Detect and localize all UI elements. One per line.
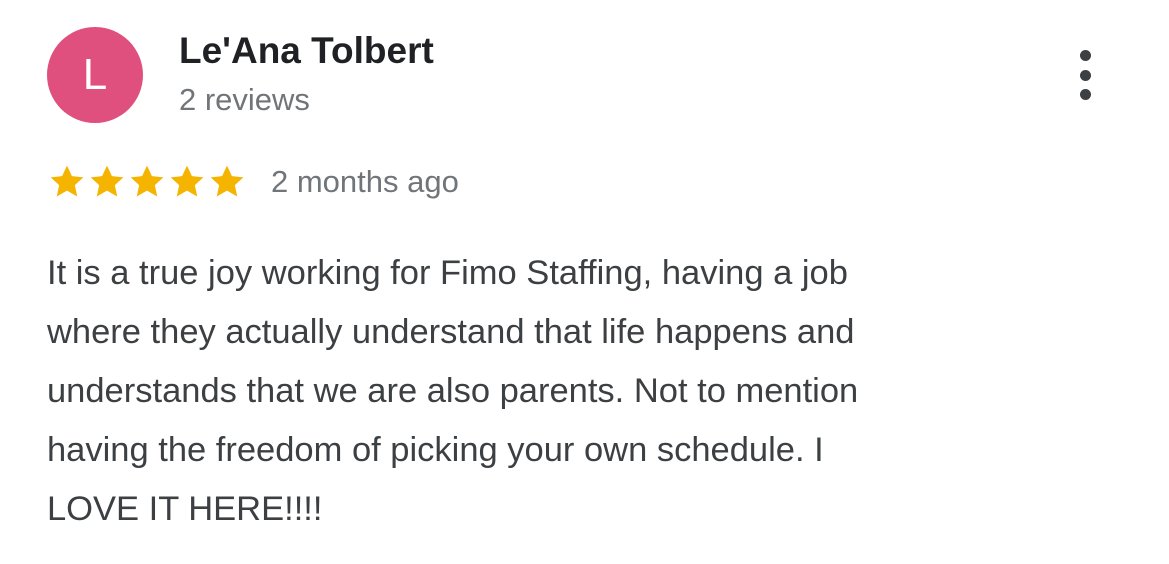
star-icon bbox=[127, 162, 167, 202]
avatar[interactable]: L bbox=[47, 27, 143, 123]
star-rating bbox=[47, 162, 247, 202]
more-vertical-icon-dot bbox=[1079, 69, 1091, 81]
star-icon bbox=[47, 162, 87, 202]
author-name[interactable]: Le'Ana Tolbert bbox=[179, 30, 434, 72]
review-text-line: where they actually understand that life… bbox=[47, 313, 855, 351]
review-text-line: LOVE IT HERE!!!! bbox=[47, 490, 323, 528]
star-icon bbox=[207, 162, 247, 202]
review-date: 2 months ago bbox=[271, 164, 459, 199]
more-options-button[interactable] bbox=[1062, 44, 1108, 106]
review-card: L Le'Ana Tolbert 2 reviews 2 months ago … bbox=[0, 0, 1169, 564]
review-text-line: It is a true joy working for Fimo Staffi… bbox=[47, 254, 848, 292]
review-text-line: having the freedom of picking your own s… bbox=[47, 431, 824, 469]
star-icon bbox=[87, 162, 127, 202]
review-text-line: understands that we are also parents. No… bbox=[47, 372, 859, 410]
more-vertical-icon bbox=[1079, 50, 1091, 61]
more-vertical-icon-dot bbox=[1079, 89, 1091, 100]
star-icon bbox=[167, 162, 207, 202]
review-count[interactable]: 2 reviews bbox=[179, 82, 310, 118]
review-text: It is a true joy working for Fimo Staffi… bbox=[47, 244, 1127, 539]
avatar-letter: L bbox=[82, 50, 108, 99]
rating-row: 2 months ago bbox=[47, 160, 459, 204]
